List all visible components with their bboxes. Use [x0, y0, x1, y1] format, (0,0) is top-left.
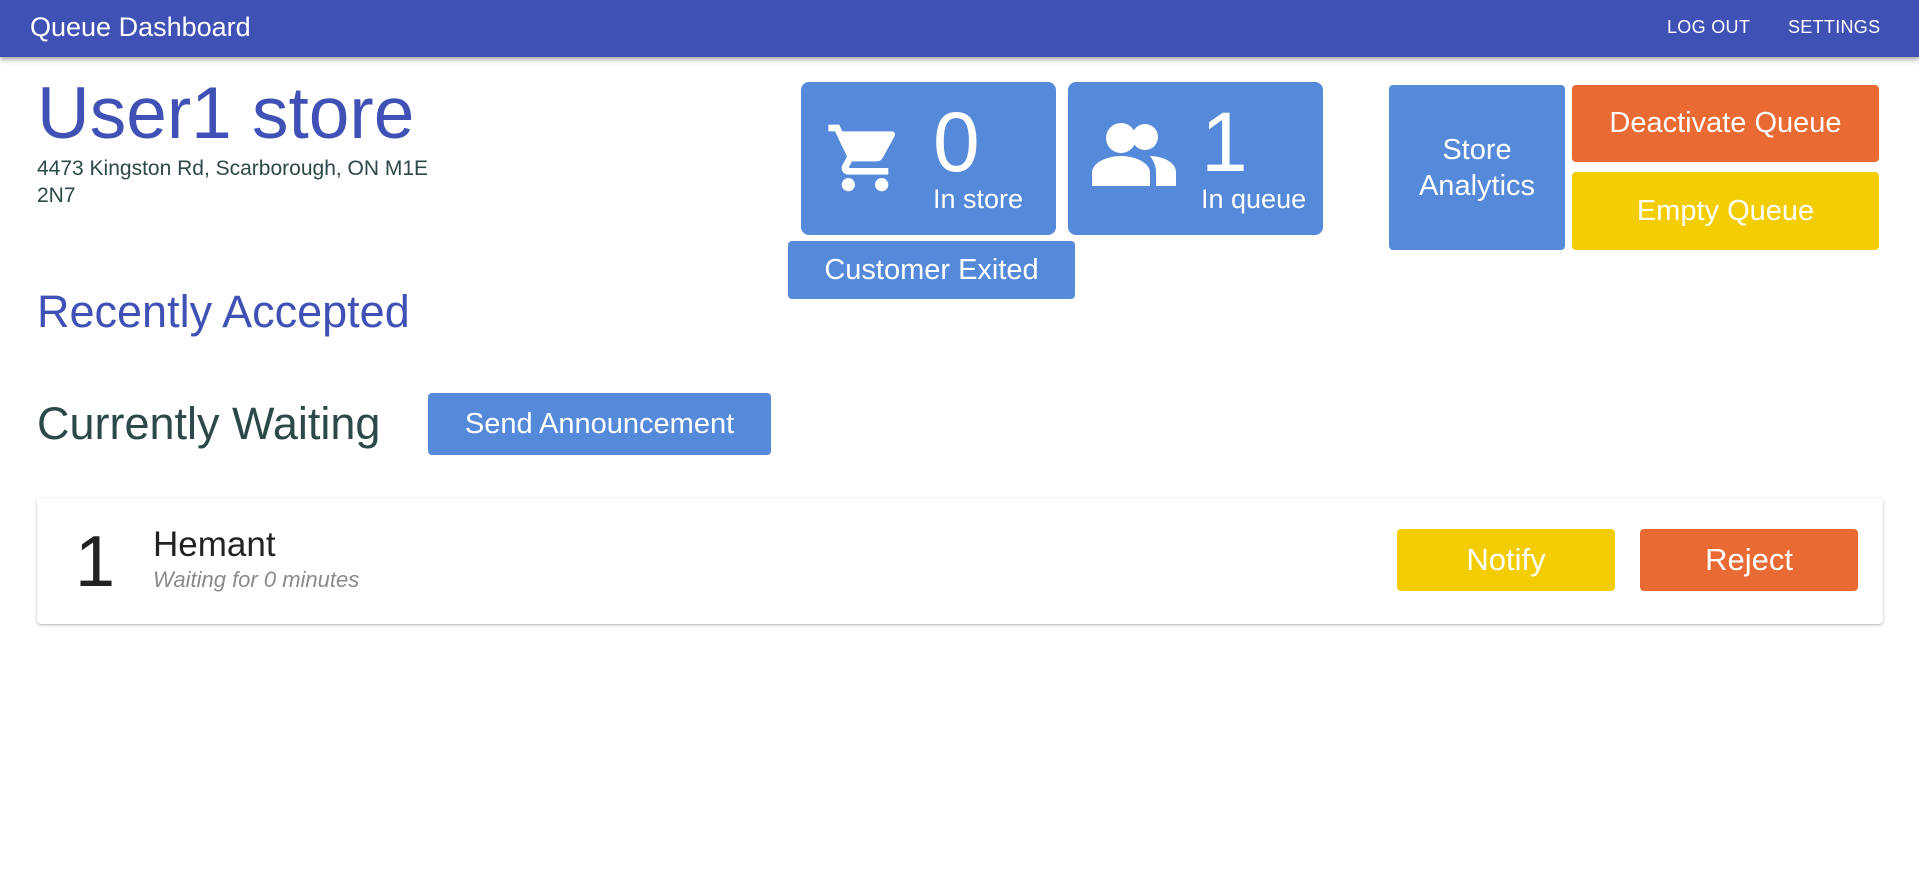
app-bar: Queue Dashboard LOG OUT SETTINGS [0, 0, 1919, 57]
currently-waiting-heading: Currently Waiting [37, 398, 381, 449]
in-queue-tile: 1 In queue [1068, 82, 1323, 235]
store-address: 4473 Kingston Rd, Scarborough, ON M1E 2N… [37, 157, 429, 207]
in-store-label: In store [933, 184, 1024, 214]
queue-position: 1 [75, 522, 116, 602]
logout-button[interactable]: LOG OUT [1667, 12, 1750, 42]
wait-time: Waiting for 0 minutes [153, 567, 360, 592]
customer-name: Hemant [153, 525, 276, 564]
reject-button[interactable]: Reject [1640, 529, 1858, 591]
customer-exited-button[interactable]: Customer Exited [788, 241, 1075, 299]
in-queue-label: In queue [1201, 184, 1307, 214]
recently-accepted-heading: Recently Accepted [37, 286, 410, 337]
empty-queue-button[interactable]: Empty Queue [1572, 172, 1879, 250]
people-icon [1092, 123, 1176, 186]
in-store-count: 0 [933, 95, 980, 189]
notify-button[interactable]: Notify [1397, 529, 1615, 591]
in-queue-count: 1 [1201, 95, 1248, 189]
app-title: Queue Dashboard [30, 12, 251, 42]
deactivate-queue-button[interactable]: Deactivate Queue [1572, 85, 1879, 162]
store-name: User1 store [37, 73, 415, 154]
in-store-tile: 0 In store [801, 82, 1056, 235]
queue-list-item: 1 Hemant Waiting for 0 minutes Notify Re… [37, 498, 1883, 624]
store-analytics-button[interactable]: Store Analytics [1389, 85, 1565, 250]
cart-icon [828, 124, 896, 192]
send-announcement-button[interactable]: Send Announcement [428, 393, 771, 455]
settings-button[interactable]: SETTINGS [1788, 12, 1880, 42]
